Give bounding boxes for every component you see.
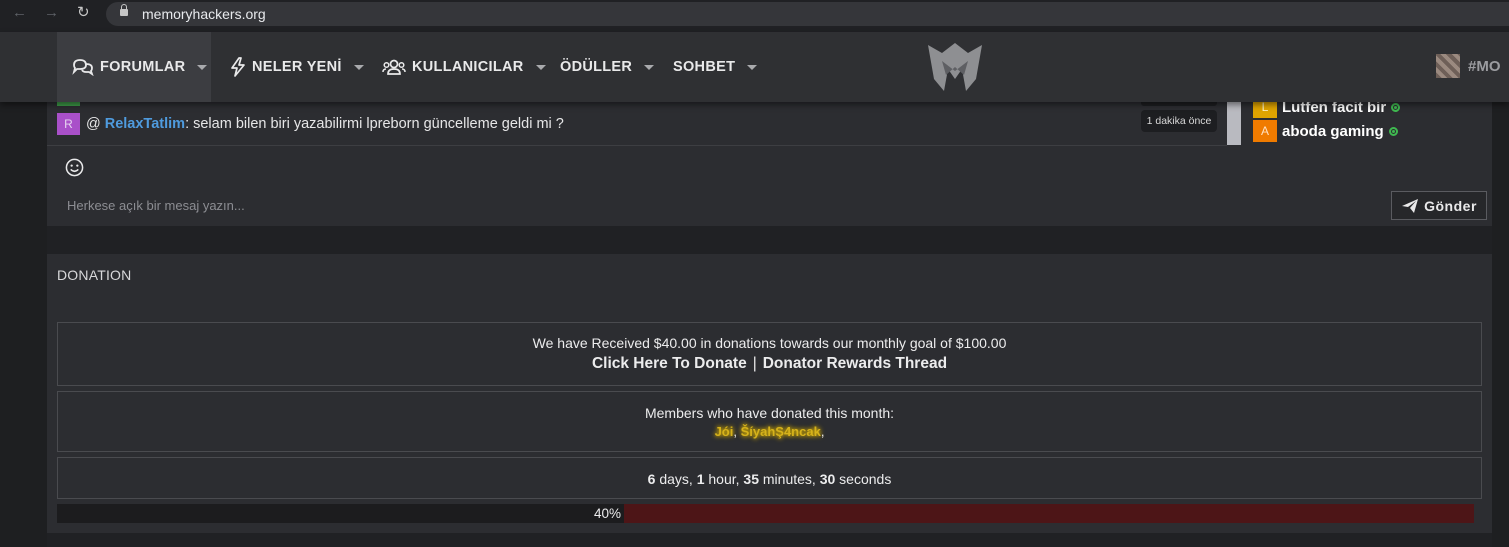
countdown-hours: 1 — [696, 471, 705, 487]
users-icon — [382, 59, 406, 75]
address-bar[interactable]: memoryhackers.org — [106, 2, 1509, 26]
site-navigation: FORUMLAR NELER YENİ KULLANICILAR ÖDÜLLER… — [0, 32, 1509, 102]
countdown-minutes: 35 — [743, 471, 759, 487]
previous-time-badge — [1141, 102, 1217, 106]
chat-bubbles-icon — [72, 59, 94, 76]
countdown-timer: 6 days, 1 hour, 35 minutes, 30 seconds — [58, 471, 1481, 487]
channel-hashtag[interactable]: #MO — [1436, 54, 1501, 78]
channel-thumbnail — [1436, 54, 1460, 78]
mention-at: @ — [86, 116, 101, 132]
nav-label-sohbet: SOHBET — [673, 59, 736, 75]
hashtag-label: #MO — [1468, 57, 1501, 75]
donate-link[interactable]: Click Here To Donate — [592, 355, 747, 372]
nav-label-neler-yeni: NELER YENİ — [252, 59, 342, 75]
online-user-name: aboda gaming — [1282, 122, 1384, 140]
avatar: A — [1253, 120, 1277, 142]
progress-remaining — [624, 504, 1474, 523]
lock-icon — [120, 4, 128, 16]
countdown-days: 6 — [647, 471, 656, 487]
reload-icon[interactable]: ↻ — [77, 4, 90, 22]
countdown-box: 6 days, 1 hour, 35 minutes, 30 seconds — [57, 457, 1482, 499]
countdown-hours-label: hour, — [708, 471, 740, 487]
back-arrow-icon[interactable]: ← — [12, 4, 27, 22]
nav-label-kullanicilar: KULLANICILAR — [412, 59, 524, 75]
message-time-badge: 1 dakika önce — [1141, 110, 1217, 132]
chat-message: R @ RelaxTatlim : selam bilen biri yazab… — [57, 113, 564, 135]
chevron-down-icon — [644, 64, 655, 70]
browser-toolbar: ← → ↻ memoryhackers.org — [0, 0, 1509, 28]
donation-panel: DONATION We have Received $40.00 in dona… — [47, 254, 1492, 533]
donor-name[interactable]: ŠíyahŞ4ncak — [741, 424, 821, 439]
site-logo[interactable] — [926, 39, 984, 95]
nav-item-forumlar[interactable]: FORUMLAR — [57, 32, 211, 102]
paper-plane-icon — [1402, 198, 1419, 213]
chevron-down-icon — [197, 64, 208, 70]
lightning-icon — [231, 57, 245, 77]
donation-progress-bar: 40% — [57, 504, 1474, 523]
nav-item-kullanicilar[interactable]: KULLANICILAR — [382, 32, 546, 102]
donator-rewards-link[interactable]: Donator Rewards Thread — [763, 355, 947, 372]
chat-divider — [47, 145, 1227, 146]
countdown-seconds-label: seconds — [839, 471, 892, 487]
donors-label: Members who have donated this month: — [644, 405, 895, 421]
send-button[interactable]: Gönder — [1391, 191, 1487, 220]
chat-scrollbar[interactable] — [1227, 102, 1241, 145]
message-author[interactable]: RelaxTatlim — [105, 116, 185, 132]
url-text: memoryhackers.org — [142, 6, 266, 22]
donation-links: Click Here To Donate | Donator Rewards Thr… — [58, 355, 1481, 373]
nav-item-sohbet[interactable]: SOHBET — [673, 32, 758, 102]
chevron-down-icon — [747, 64, 758, 70]
online-user[interactable]: A aboda gaming — [1253, 120, 1398, 142]
chat-message-input[interactable] — [67, 198, 1067, 213]
nav-item-oduller[interactable]: ÖDÜLLER — [560, 32, 655, 102]
shoutbox: R @ RelaxTatlim : selam bilen biri yazab… — [47, 102, 1492, 226]
chevron-down-icon — [353, 64, 364, 70]
online-status-icon — [1391, 102, 1401, 112]
donation-goal-box: We have Received $40.00 in donations tow… — [57, 322, 1482, 386]
nav-item-neler-yeni[interactable]: NELER YENİ — [230, 32, 364, 102]
nav-label-forumlar: FORUMLAR — [100, 59, 186, 75]
page-gutter-right — [1492, 102, 1509, 547]
smiley-icon[interactable] — [65, 158, 84, 177]
donation-goal-text: We have Received $40.00 in donations tow… — [532, 335, 1007, 351]
link-separator: | — [752, 355, 757, 372]
donors-box: Members who have donated this month: Jói… — [57, 391, 1482, 452]
countdown-seconds: 30 — [819, 471, 836, 487]
message-text: : selam bilen biri yazabilirmi lpreborn … — [185, 116, 564, 132]
donors-list: Jói, ŠíyahŞ4ncak, — [714, 424, 825, 439]
donation-title: DONATION — [57, 267, 132, 283]
chevron-down-icon — [535, 64, 546, 70]
forward-arrow-icon[interactable]: → — [44, 4, 59, 22]
avatar[interactable]: R — [57, 113, 80, 135]
donor-name[interactable]: Jói — [715, 424, 734, 439]
online-status-icon — [1388, 126, 1398, 136]
progress-label: 40% — [594, 506, 622, 521]
countdown-minutes-label: minutes, — [762, 471, 816, 487]
send-button-label: Gönder — [1424, 197, 1477, 214]
page-gutter-left — [0, 102, 47, 547]
nav-label-oduller: ÖDÜLLER — [560, 59, 633, 75]
previous-message-remnant — [57, 102, 80, 106]
countdown-days-label: days, — [659, 471, 693, 487]
